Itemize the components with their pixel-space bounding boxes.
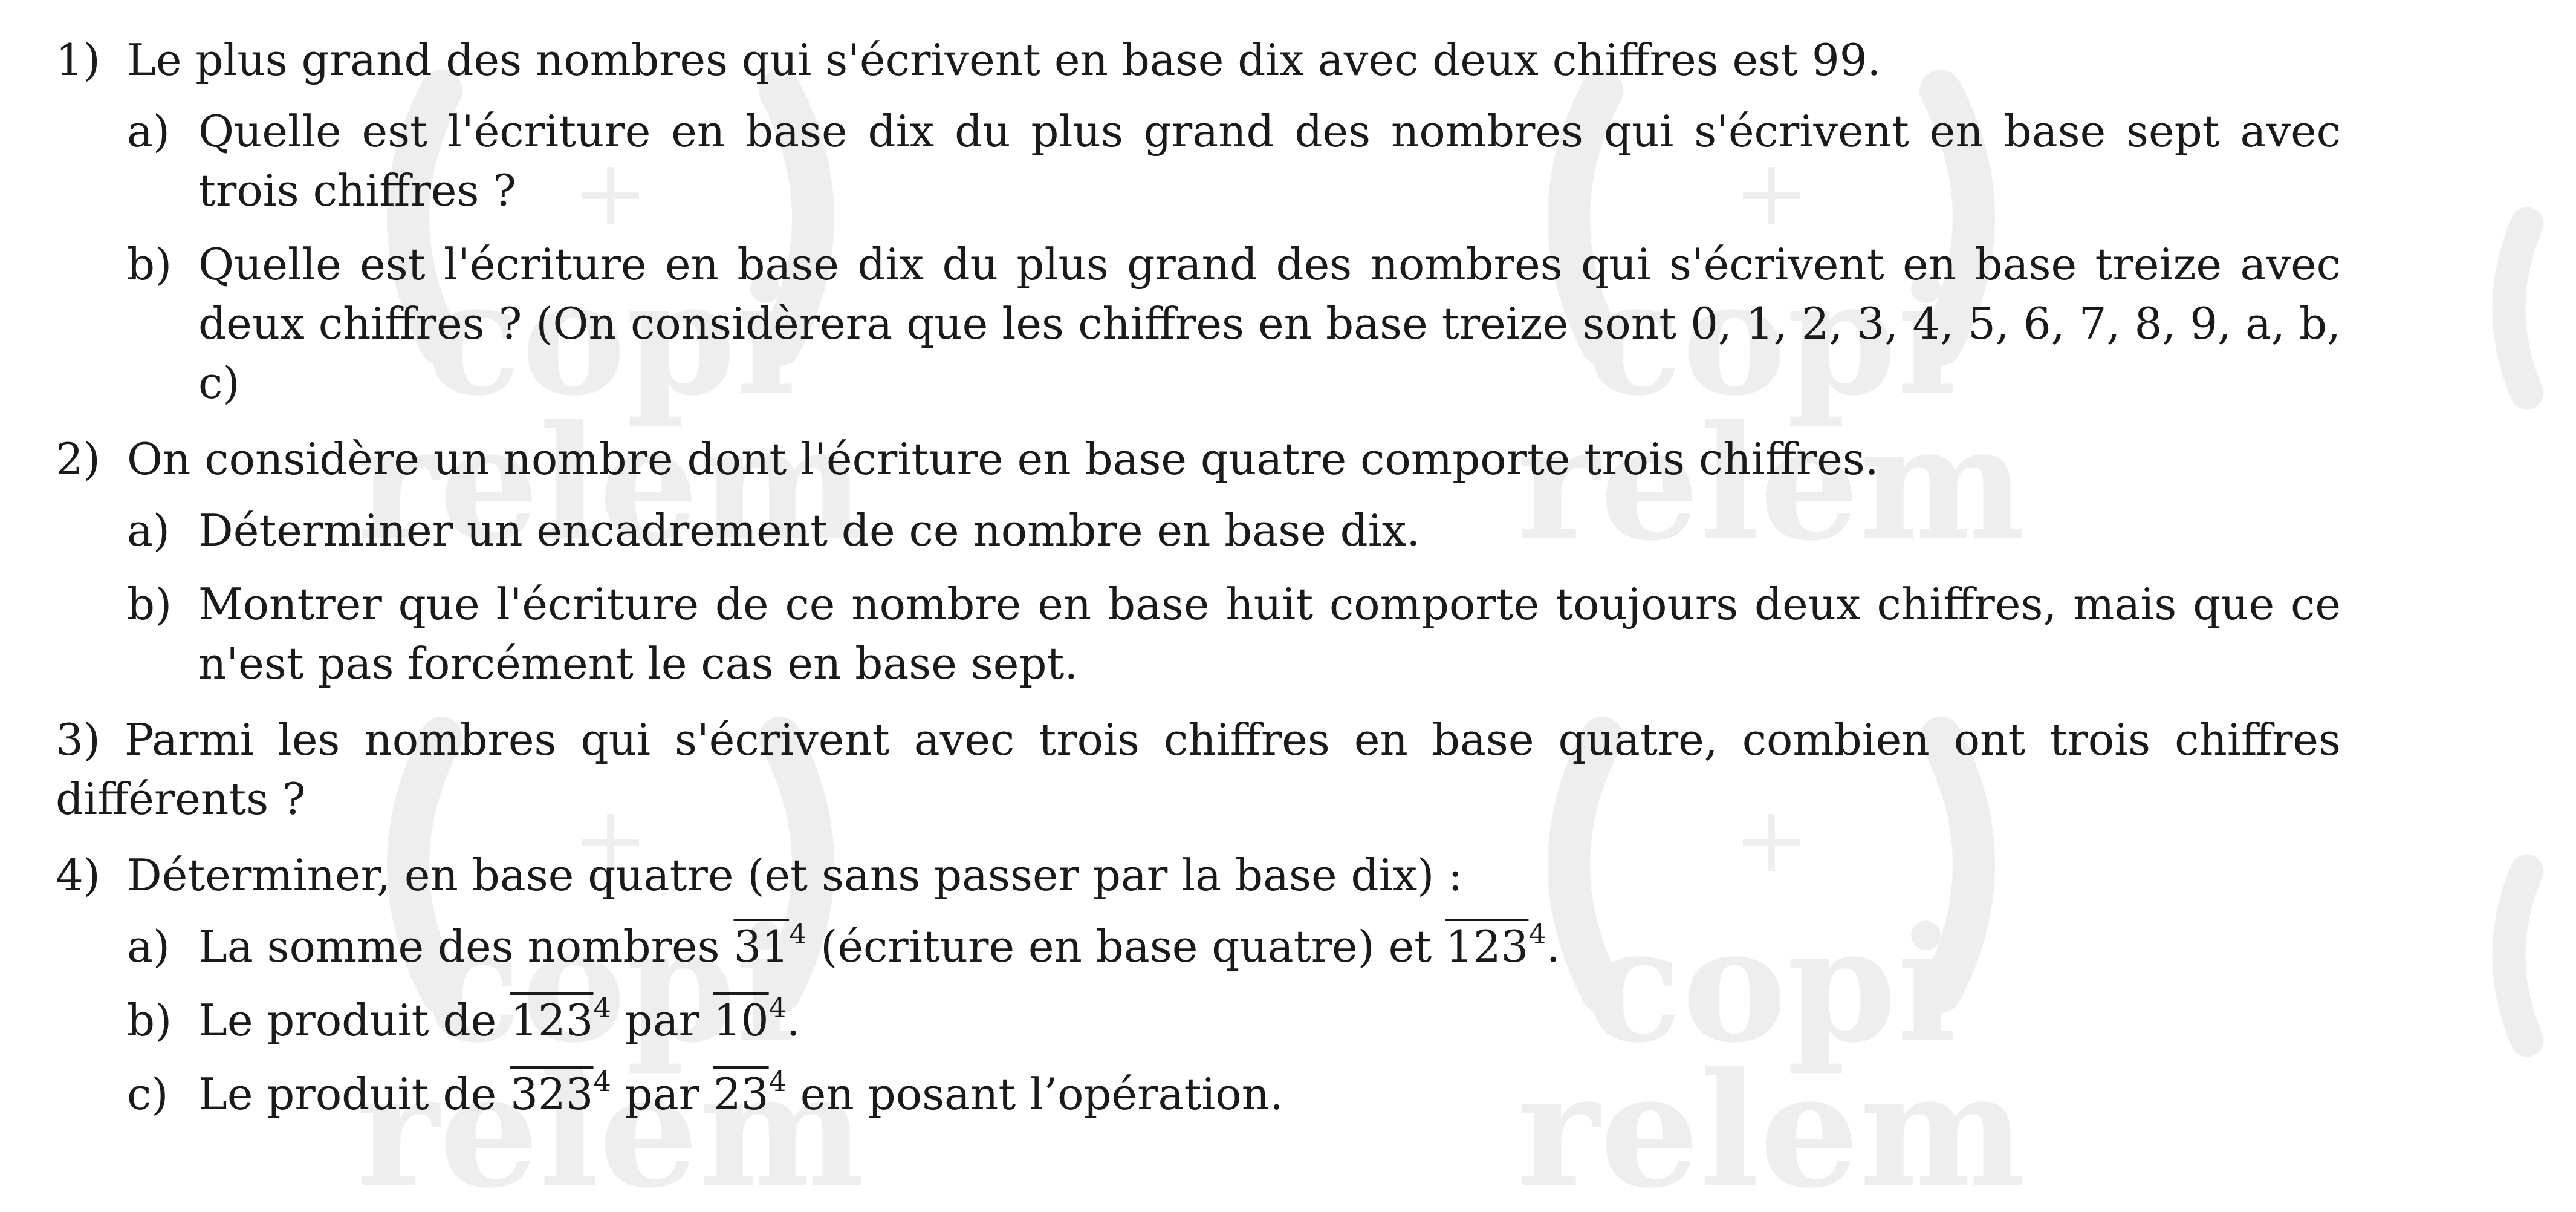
question-3: 3) Parmi les nombres qui s'écrivent avec… xyxy=(56,714,2341,824)
subquestion-label: b) xyxy=(127,995,172,1046)
base-number: 31 xyxy=(733,921,790,972)
base-number: 123 xyxy=(510,995,594,1046)
question-2a: a) Déterminer un encadrement de ce nombr… xyxy=(127,501,2341,560)
base-number: 323 xyxy=(510,1069,594,1119)
base-index: 4 xyxy=(768,991,787,1024)
question-4a: a) La somme des nombres 314 (écriture en… xyxy=(127,917,2341,976)
subquestion-text: Montrer que l'écriture de ce nombre en b… xyxy=(198,579,2341,689)
question-text: Le plus grand des nombres qui s'écrivent… xyxy=(127,34,1881,85)
subquestion-label: b) xyxy=(127,579,172,630)
question-1b: b) Quelle est l'écriture en base dix du … xyxy=(127,235,2341,412)
text-fragment: . xyxy=(1546,921,1560,972)
base-index: 4 xyxy=(593,1065,611,1098)
question-1a: a) Quelle est l'écriture en base dix du … xyxy=(127,102,2341,220)
subquestion-text: Quelle est l'écriture en base dix du plu… xyxy=(198,239,2341,408)
subquestion-label: a) xyxy=(127,921,170,972)
question-1: 1) Le plus grand des nombres qui s'écriv… xyxy=(56,30,2341,90)
subquestion-label: a) xyxy=(127,505,170,556)
question-number: 2) xyxy=(56,434,100,484)
subquestion-label: b) xyxy=(127,239,172,290)
subquestion-text: Le produit de 1234 par 104. xyxy=(198,991,2341,1050)
exercise-document: 1) Le plus grand des nombres qui s'écriv… xyxy=(56,30,2341,1138)
text-fragment: par xyxy=(611,1069,713,1119)
text-fragment: (écriture en base quatre) et xyxy=(806,921,1446,972)
question-text: On considère un nombre dont l'écriture e… xyxy=(127,434,1879,484)
base-number: 10 xyxy=(713,995,769,1046)
base-index: 4 xyxy=(768,1065,787,1098)
question-4c: c) Le produit de 3234 par 234 en posant … xyxy=(127,1064,2341,1124)
text-fragment: Le produit de xyxy=(198,995,511,1046)
base-index: 4 xyxy=(593,991,611,1024)
text-fragment: par xyxy=(611,995,713,1046)
base-number: 23 xyxy=(713,1069,769,1119)
question-text: Déterminer, en base quatre (et sans pass… xyxy=(127,850,1463,901)
subquestion-text: Déterminer un encadrement de ce nombre e… xyxy=(198,505,1421,556)
text-fragment: La somme des nombres xyxy=(198,921,734,972)
question-number: 1) xyxy=(56,34,100,85)
base-number: 123 xyxy=(1445,921,1529,972)
question-2b: b) Montrer que l'écriture de ce nombre e… xyxy=(127,575,2341,693)
subquestion-label: c) xyxy=(127,1069,169,1119)
base-index: 4 xyxy=(1528,917,1546,950)
subquestion-text: Le produit de 3234 par 234 en posant l’o… xyxy=(198,1064,2341,1124)
base-index: 4 xyxy=(789,917,807,950)
subquestion-text: Quelle est l'écriture en base dix du plu… xyxy=(198,106,2341,216)
question-4: 4) Déterminer, en base quatre (et sans p… xyxy=(56,845,2341,905)
subquestion-label: a) xyxy=(127,106,170,157)
text-fragment: en posant l’opération. xyxy=(786,1069,1284,1119)
watermark-logo-partial xyxy=(2479,200,2576,441)
text-fragment: . xyxy=(786,995,800,1046)
text-fragment: Le produit de xyxy=(198,1069,511,1119)
question-4b: b) Le produit de 1234 par 104. xyxy=(127,991,2341,1050)
question-2: 2) On considère un nombre dont l'écritur… xyxy=(56,429,2341,489)
subquestion-text: La somme des nombres 314 (écriture en ba… xyxy=(198,917,2341,976)
watermark-logo-partial xyxy=(2479,847,2576,1089)
question-number: 4) xyxy=(56,850,100,901)
